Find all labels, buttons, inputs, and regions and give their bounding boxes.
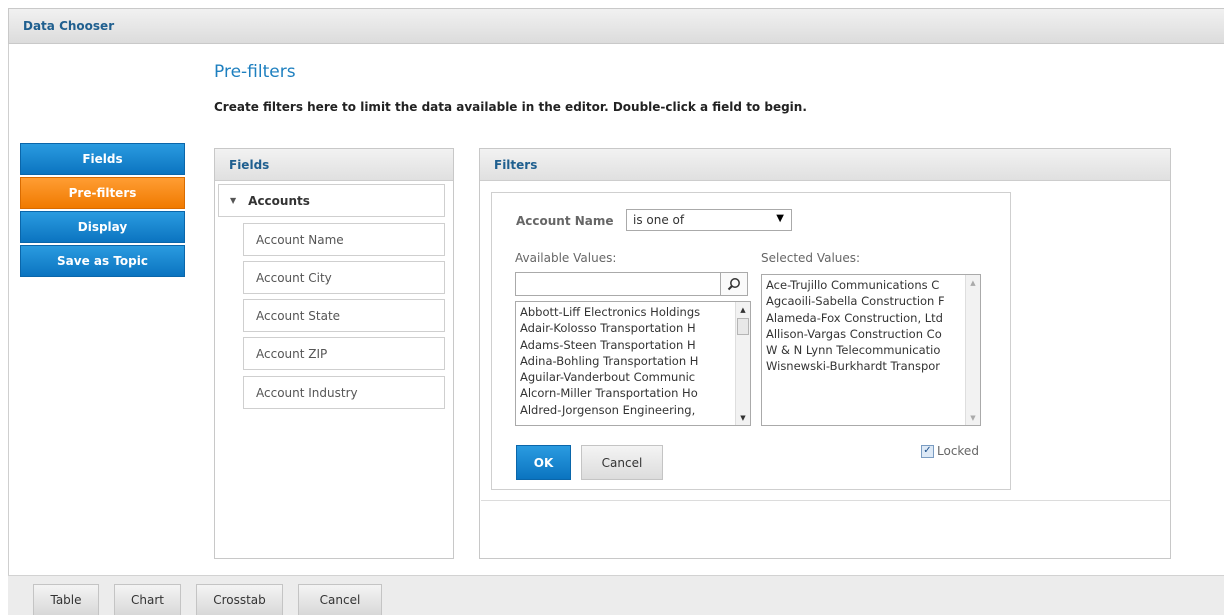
search-button[interactable] [720,273,747,295]
filter-field-label: Account Name [516,214,614,228]
available-value-item[interactable]: Adair-Kolosso Transportation H [520,320,734,336]
search-box [515,272,748,296]
scroll-down-icon[interactable]: ▼ [966,410,980,425]
available-value-item[interactable]: Alcorn-Miller Transportation Ho [520,385,734,401]
field-item-account-industry[interactable]: Account Industry [243,376,445,409]
page-title: Pre-filters [214,62,296,82]
nav-pre-filters-button[interactable]: Pre-filters [20,177,185,209]
window-title: Data Chooser [23,19,115,33]
scroll-up-icon[interactable]: ▲ [966,275,980,290]
scroll-thumb[interactable] [737,318,749,335]
filters-divider [481,500,1170,501]
tree-node-accounts[interactable]: ▼ Accounts [218,184,445,217]
locked-toggle[interactable]: ✓ Locked [921,444,979,458]
available-value-item[interactable]: Adina-Bohling Transportation H [520,353,734,369]
available-value-item[interactable]: Adams-Steen Transportation H [520,337,734,353]
crosstab-button[interactable]: Crosstab [196,584,283,615]
window-titlebar: Data Chooser [8,8,1224,44]
selected-value-item[interactable]: Wisnewski-Burkhardt Transpor [766,358,964,374]
locked-checkbox[interactable]: ✓ [921,444,934,458]
wizard-nav: Fields Pre-filters Display Save as Topic [20,143,185,279]
field-item-account-name[interactable]: Account Name [243,223,445,256]
selected-value-item[interactable]: Allison-Vargas Construction Co [766,326,964,342]
nav-display-button[interactable]: Display [20,211,185,243]
scroll-down-icon[interactable]: ▼ [736,410,750,425]
available-values-label: Available Values: [515,251,617,265]
available-value-item[interactable]: Abbott-Liff Electronics Holdings [520,304,734,320]
search-icon [727,278,740,291]
filter-cancel-button[interactable]: Cancel [581,445,663,480]
available-scrollbar[interactable]: ▲ ▼ [735,302,750,425]
chevron-down-icon: ▼ [776,213,784,224]
field-item-account-state[interactable]: Account State [243,299,445,332]
tree-node-label: Accounts [248,193,310,208]
fields-panel: Fields ▼ Accounts Account Name Account C… [214,148,454,559]
available-value-item[interactable]: Aguilar-Vanderbout Communic [520,369,734,385]
selected-scrollbar[interactable]: ▲ ▼ [965,275,980,425]
table-button[interactable]: Table [33,584,99,615]
operator-select[interactable]: is one of ▼ [626,209,792,231]
field-item-account-zip[interactable]: Account ZIP [243,337,445,370]
bottom-cancel-button[interactable]: Cancel [298,584,382,615]
fields-panel-header: Fields [215,149,453,181]
locked-label: Locked [937,444,979,458]
ok-button[interactable]: OK [516,445,571,480]
selected-values-label: Selected Values: [761,251,861,265]
filters-panel-header: Filters [480,149,1170,181]
operator-value: is one of [633,213,685,227]
chart-button[interactable]: Chart [114,584,181,615]
available-value-item[interactable]: Aldred-Jorgenson Engineering, [520,402,734,418]
search-input[interactable] [516,273,721,295]
selected-value-item[interactable]: Alameda-Fox Construction, Ltd [766,310,964,326]
bottom-toolbar: Table Chart Crosstab Cancel [8,575,1224,615]
scroll-up-icon[interactable]: ▲ [736,302,750,317]
selected-values-list[interactable]: Ace-Trujillo Communications C Agcaoili-Sa… [761,274,981,426]
page-description: Create filters here to limit the data av… [214,100,807,114]
field-item-account-city[interactable]: Account City [243,261,445,294]
selected-value-item[interactable]: W & N Lynn Telecommunicatio [766,342,964,358]
frame-border [8,44,9,575]
nav-save-as-topic-button[interactable]: Save as Topic [20,245,185,277]
available-values-list[interactable]: Abbott-Liff Electronics Holdings Adair-Ko… [515,301,751,426]
filter-editor: Account Name is one of ▼ Available Value… [491,192,1011,490]
selected-value-item[interactable]: Agcaoili-Sabella Construction F [766,293,964,309]
selected-value-item[interactable]: Ace-Trujillo Communications C [766,277,964,293]
expand-triangle-icon[interactable]: ▼ [230,196,236,205]
filters-panel: Filters Account Name is one of ▼ Availab… [479,148,1171,559]
nav-fields-button[interactable]: Fields [20,143,185,175]
